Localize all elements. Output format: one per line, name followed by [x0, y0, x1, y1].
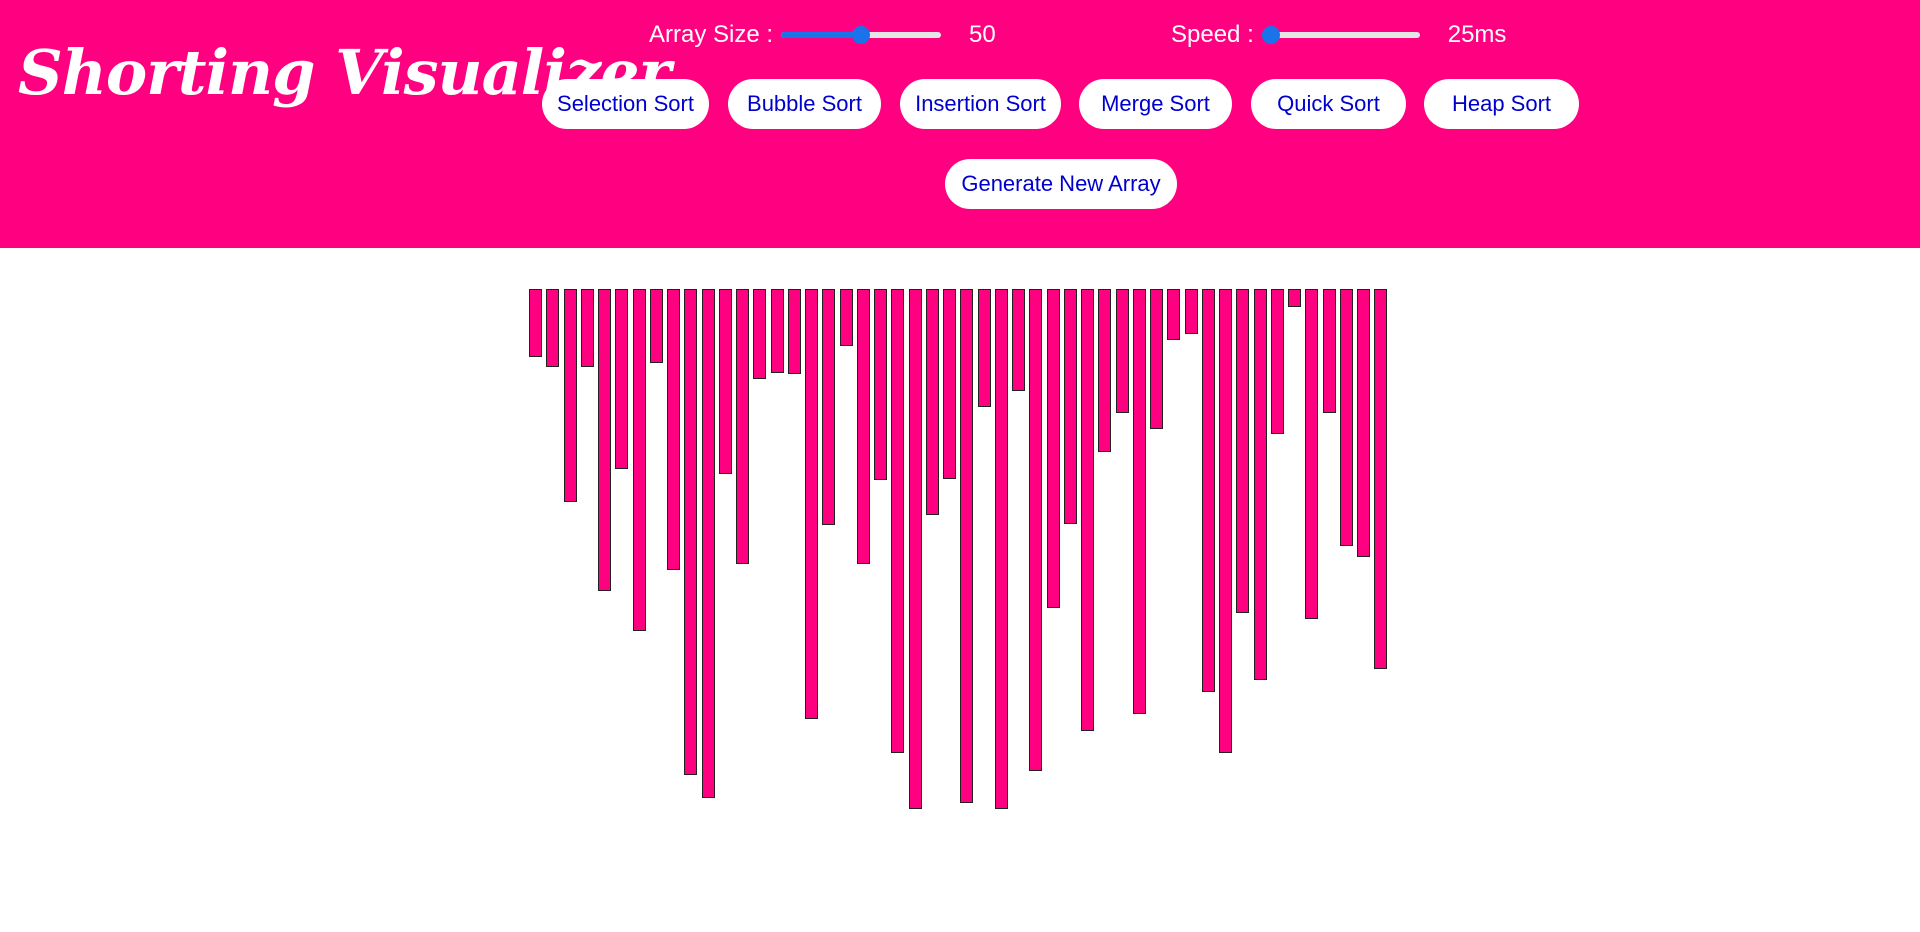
array-bar: [529, 289, 542, 357]
array-bar: [1340, 289, 1353, 546]
array-bar: [1185, 289, 1198, 334]
array-bar: [926, 289, 939, 515]
insertion-sort-button[interactable]: Insertion Sort: [900, 79, 1061, 129]
array-size-slider-fill: [781, 32, 862, 38]
quick-sort-button[interactable]: Quick Sort: [1251, 79, 1406, 129]
array-bar: [1064, 289, 1077, 524]
array-bar: [564, 289, 577, 502]
array-bar: [1150, 289, 1163, 429]
array-bar: [615, 289, 628, 469]
array-bar: [1167, 289, 1180, 340]
array-bar: [650, 289, 663, 363]
array-size-control: Array Size : 50: [649, 18, 996, 52]
array-bar: [822, 289, 835, 525]
array-bar: [546, 289, 559, 367]
array-bar: [1133, 289, 1146, 714]
bubble-sort-button[interactable]: Bubble Sort: [728, 79, 881, 129]
array-bar: [1098, 289, 1111, 452]
array-bar: [1116, 289, 1129, 413]
array-bar: [857, 289, 870, 564]
array-size-slider-thumb[interactable]: [852, 26, 871, 44]
array-bar: [1029, 289, 1042, 771]
array-bar: [1219, 289, 1232, 753]
heap-sort-button[interactable]: Heap Sort: [1424, 79, 1579, 129]
array-bar: [960, 289, 973, 803]
array-bar: [978, 289, 991, 407]
array-bar: [943, 289, 956, 479]
array-bar: [1047, 289, 1060, 608]
array-bar: [1374, 289, 1387, 669]
array-bar: [719, 289, 732, 474]
speed-slider-track: [1261, 32, 1420, 38]
array-bar: [788, 289, 801, 374]
header: Shorting Visualizer Array Size : 50 Spee…: [0, 0, 1920, 248]
array-bar: [667, 289, 680, 570]
speed-value: 25ms: [1447, 21, 1507, 48]
array-bar: [1323, 289, 1336, 413]
speed-slider[interactable]: [1261, 24, 1420, 46]
array-bar: [1202, 289, 1215, 692]
array-bar: [633, 289, 646, 631]
array-size-value: 50: [969, 21, 996, 48]
array-bar: [1288, 289, 1301, 307]
array-bar: [684, 289, 697, 775]
array-bar: [581, 289, 594, 367]
array-bar: [1012, 289, 1025, 391]
array-size-label: Array Size :: [649, 21, 774, 48]
array-bar: [874, 289, 887, 480]
array-size-slider[interactable]: [781, 24, 942, 46]
speed-slider-thumb[interactable]: [1261, 26, 1280, 44]
array-bar: [702, 289, 715, 798]
generate-new-array-button[interactable]: Generate New Array: [945, 159, 1177, 209]
speed-label: Speed :: [1171, 21, 1254, 48]
array-bar: [598, 289, 611, 591]
array-bar: [1271, 289, 1284, 434]
array-bar: [736, 289, 749, 564]
array-bar: [1254, 289, 1267, 680]
array-bar: [1305, 289, 1318, 619]
array-bar: [753, 289, 766, 379]
selection-sort-button[interactable]: Selection Sort: [542, 79, 709, 129]
merge-sort-button[interactable]: Merge Sort: [1079, 79, 1232, 129]
array-bar: [805, 289, 818, 719]
array-bar: [995, 289, 1008, 809]
array-bar: [1357, 289, 1370, 557]
array-bar: [840, 289, 853, 346]
array-bar: [891, 289, 904, 753]
array-bar: [1081, 289, 1094, 731]
array-bar: [909, 289, 922, 809]
array-bar: [1236, 289, 1249, 613]
array-bar: [771, 289, 784, 373]
speed-control: Speed : 25ms: [1171, 18, 1506, 52]
